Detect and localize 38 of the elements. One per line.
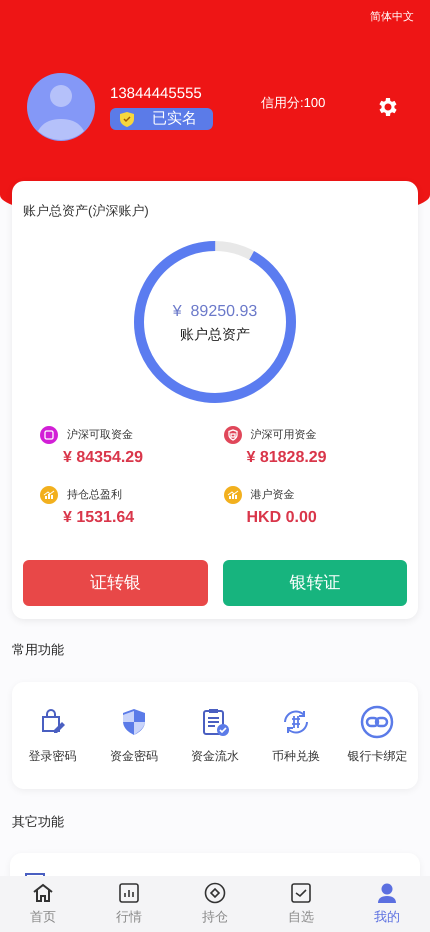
checkbox-icon bbox=[290, 882, 312, 904]
verified-badge: 已实名 bbox=[110, 108, 213, 130]
tab[interactable]: 首页 bbox=[0, 876, 86, 932]
function-item[interactable]: 资金密码 bbox=[93, 705, 174, 765]
phone-number: 13844445555 bbox=[110, 84, 203, 104]
chart-icon bbox=[224, 486, 242, 504]
transfer-to-securities-button[interactable]: 银转证 bbox=[222, 560, 407, 606]
asset-value: HKD 0.00 bbox=[246, 508, 318, 528]
card-title: 账户总资产(沪深账户) bbox=[23, 202, 150, 220]
avatar bbox=[27, 72, 95, 140]
asset-value: ¥ 81828.29 bbox=[246, 448, 328, 468]
total-label: 账户总资产 bbox=[180, 324, 250, 344]
function-item[interactable]: 资金流水 bbox=[174, 705, 256, 765]
tab[interactable]: 持仓 bbox=[172, 876, 258, 932]
asset-label: 港户资金 bbox=[250, 488, 294, 503]
tab[interactable]: 行情 bbox=[86, 876, 172, 932]
chain-link-icon bbox=[360, 705, 394, 739]
function-item[interactable]: 银行卡绑定 bbox=[336, 705, 418, 765]
user-icon bbox=[376, 882, 398, 904]
asset-label: 沪深可取资金 bbox=[67, 428, 133, 443]
tab[interactable]: 自选 bbox=[258, 876, 344, 932]
section-title: 常用功能 bbox=[12, 641, 65, 659]
transfer-to-bank-button[interactable]: 证转银 bbox=[23, 560, 208, 606]
total-amount: ¥ 89250.93 bbox=[172, 302, 258, 322]
asset-label: 持仓总盈利 bbox=[67, 488, 122, 503]
bar-chart-icon bbox=[118, 882, 140, 904]
credit-score: 信用分:100 bbox=[261, 94, 326, 112]
asset-value: ¥ 1531.64 bbox=[63, 508, 136, 528]
section-title: 其它功能 bbox=[12, 812, 65, 830]
asset-label: 沪深可用资金 bbox=[250, 428, 316, 443]
function-item[interactable]: 登录密码 bbox=[12, 705, 94, 765]
function-item[interactable]: 币种兑换 bbox=[256, 705, 337, 765]
language-link[interactable]: 简体中文 bbox=[370, 9, 414, 26]
home-icon bbox=[32, 882, 54, 904]
asset-value: ¥ 84354.29 bbox=[63, 448, 144, 468]
shield-check-icon bbox=[120, 112, 134, 127]
chart-icon bbox=[40, 486, 58, 504]
tab[interactable]: 我的 bbox=[344, 876, 430, 932]
